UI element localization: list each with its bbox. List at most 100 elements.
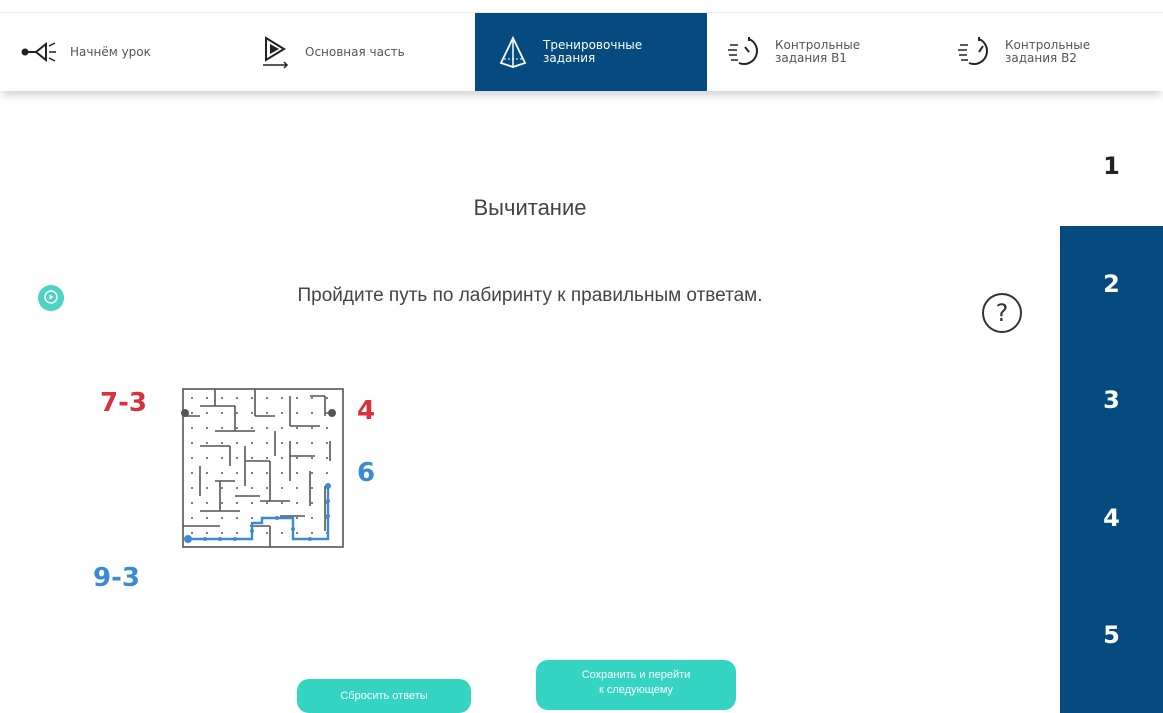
maze-dot	[191, 442, 193, 444]
maze-dot	[326, 427, 328, 429]
maze-dot	[296, 472, 298, 474]
maze-dot	[206, 487, 208, 489]
page-item-3[interactable]: 3	[1060, 386, 1163, 414]
maze-dot	[251, 412, 253, 414]
maze-dot	[266, 532, 268, 534]
maze-dot	[326, 412, 328, 414]
top-navigation: Начнём урок Основная часть Тренировочные…	[0, 12, 1163, 91]
maze-dot	[296, 487, 298, 489]
maze-dot	[236, 517, 238, 519]
maze-dot	[251, 442, 253, 444]
tab-main-part[interactable]: Основная часть	[255, 13, 455, 91]
tab-label: Контрольные задания В2	[1005, 38, 1091, 65]
maze-dot	[296, 442, 298, 444]
maze-dot	[191, 427, 193, 429]
maze-dot	[311, 412, 313, 414]
page-item-1[interactable]: 1	[1060, 152, 1163, 192]
pyramid-icon	[493, 32, 533, 72]
reset-answers-button[interactable]: Сбросить ответы	[297, 679, 471, 713]
maze-dot	[191, 487, 193, 489]
maze-dot	[251, 457, 253, 459]
page-item-5[interactable]: 5	[1060, 621, 1163, 649]
maze-dot	[221, 517, 223, 519]
maze-label-middle-right: 6	[357, 458, 376, 488]
maze-dot	[191, 472, 193, 474]
help-button[interactable]: ?	[982, 293, 1022, 333]
maze-dot	[206, 412, 208, 414]
maze-dot	[311, 502, 313, 504]
maze-dot	[191, 397, 193, 399]
page-title: Вычитание	[473, 195, 587, 220]
tab-control-tasks-b2[interactable]: Контрольные задания В2	[955, 13, 1145, 91]
maze-dot	[251, 472, 253, 474]
maze-dot	[206, 517, 208, 519]
timer-icon	[955, 32, 995, 72]
tab-training-tasks[interactable]: Тренировочные задания	[475, 13, 707, 91]
maze-dot	[326, 397, 328, 399]
maze-dot	[266, 397, 268, 399]
maze-dot	[266, 442, 268, 444]
maze-dot	[206, 532, 208, 534]
maze-dot	[236, 427, 238, 429]
page-item-4[interactable]: 4	[1060, 504, 1163, 532]
maze-task: 7-3 4 6 9-3	[93, 380, 395, 610]
maze-dot	[221, 397, 223, 399]
maze-dot	[221, 502, 223, 504]
maze-dot	[311, 487, 313, 489]
maze-dot	[311, 427, 313, 429]
maze-dot	[206, 457, 208, 459]
page-item-2[interactable]: 2	[1060, 270, 1163, 298]
question-icon: ?	[995, 299, 1009, 327]
maze-dot	[296, 427, 298, 429]
maze-dot	[251, 517, 253, 519]
maze-dot	[311, 472, 313, 474]
maze-dot	[236, 412, 238, 414]
tab-start-lesson[interactable]: Начнём урок	[20, 13, 230, 91]
task-instruction: Пройдите путь по лабиринту к правильным …	[297, 285, 763, 306]
maze-dot	[206, 442, 208, 444]
maze-dot	[266, 472, 268, 474]
flashlight-icon	[20, 32, 60, 72]
maze-dot	[311, 442, 313, 444]
maze-dot	[281, 472, 283, 474]
tab-label: Тренировочные задания	[543, 38, 643, 65]
maze-dot	[206, 427, 208, 429]
maze-dot	[206, 472, 208, 474]
maze-dot	[236, 397, 238, 399]
maze-dot	[281, 532, 283, 534]
maze-dot	[191, 502, 193, 504]
maze-dot	[221, 457, 223, 459]
maze-dot	[266, 412, 268, 414]
maze-dot	[266, 457, 268, 459]
maze-dot	[221, 442, 223, 444]
maze-dot	[221, 427, 223, 429]
tab-label: Основная часть	[305, 44, 405, 59]
maze-dot	[206, 502, 208, 504]
maze-dot	[266, 502, 268, 504]
maze-dot	[296, 412, 298, 414]
save-and-next-button[interactable]: Сохранить и перейти к следующему	[536, 660, 736, 710]
maze-dot	[326, 472, 328, 474]
maze-dot	[311, 457, 313, 459]
maze-dot	[281, 502, 283, 504]
maze-dot	[281, 457, 283, 459]
maze-dot	[191, 457, 193, 459]
tab-control-tasks-b1[interactable]: Контрольные задания В1	[725, 13, 935, 91]
maze-dot	[221, 472, 223, 474]
maze-dot	[296, 502, 298, 504]
maze-dot	[281, 442, 283, 444]
page-navigation: 2 3 4 5	[1060, 226, 1163, 713]
maze-dot	[206, 397, 208, 399]
maze-dot	[236, 487, 238, 489]
maze-dot	[236, 472, 238, 474]
maze-dot	[326, 442, 328, 444]
maze-dot	[296, 397, 298, 399]
maze-dot	[281, 397, 283, 399]
maze-dot	[251, 502, 253, 504]
maze-dot	[221, 532, 223, 534]
maze-grid[interactable]	[180, 386, 345, 551]
maze-dot	[281, 412, 283, 414]
timer-icon	[725, 32, 765, 72]
maze-dot	[251, 397, 253, 399]
maze-dot	[296, 457, 298, 459]
